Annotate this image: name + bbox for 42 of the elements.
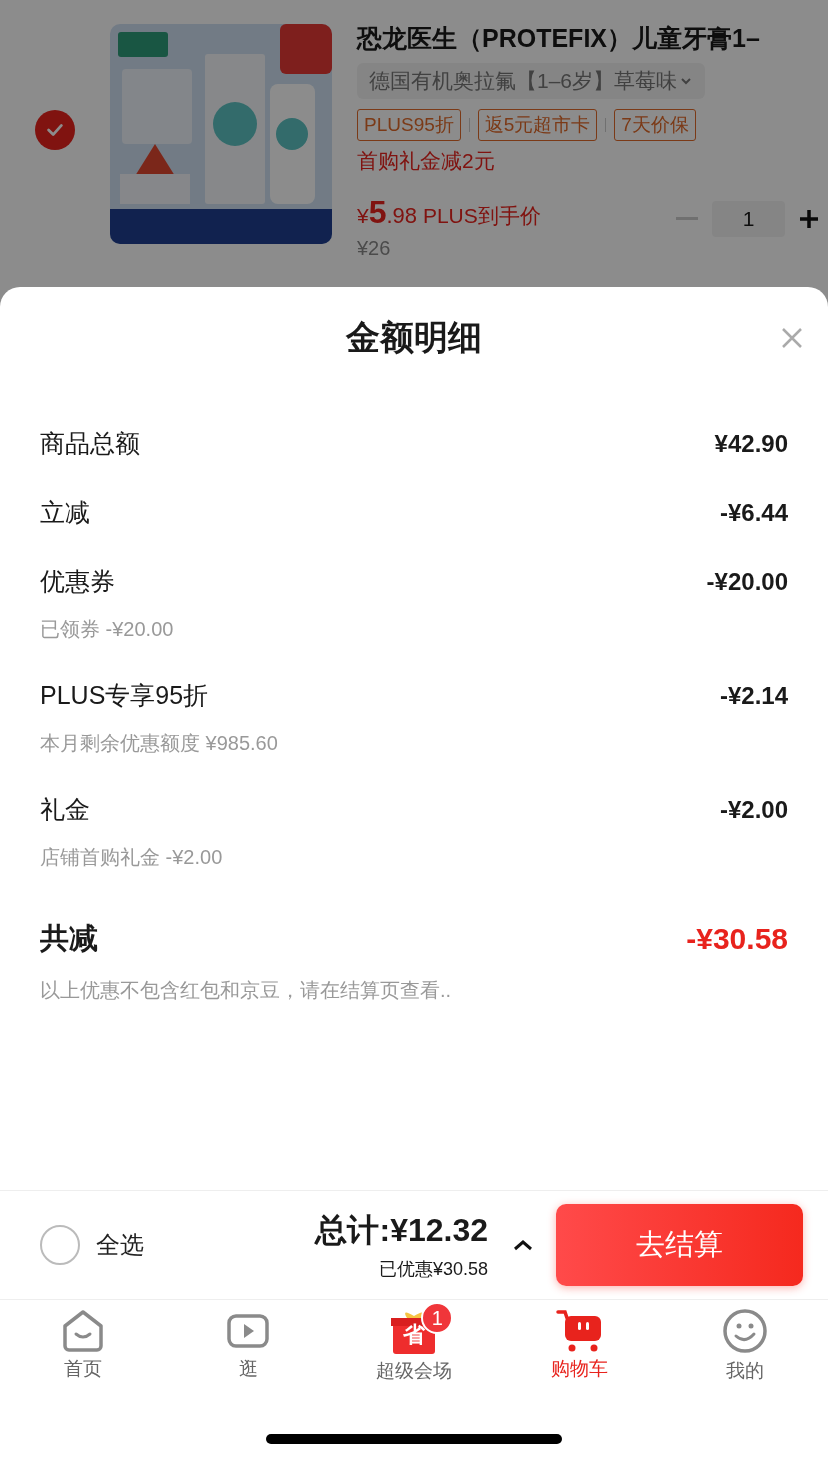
row-value: ¥42.90 <box>714 429 788 458</box>
cart-icon <box>555 1308 604 1352</box>
promo-text: 首购礼金减2元 <box>357 148 496 174</box>
close-icon[interactable] <box>780 326 804 350</box>
promo-tag: PLUS95折 <box>357 109 461 141</box>
row-note: 已领券 -¥20.00 <box>40 617 175 642</box>
row-label: 立减 <box>40 497 90 528</box>
tab[interactable]: 购物车 <box>496 1308 663 1384</box>
home-icon <box>60 1308 105 1352</box>
select-all-checkbox[interactable] <box>40 1225 80 1265</box>
row-value: -¥20.00 <box>706 567 788 596</box>
smiley-icon <box>722 1308 769 1354</box>
row-note: 本月剩余优惠额度 ¥985.60 <box>40 731 279 756</box>
product-title[interactable]: 恐龙医生（PROTEFIX）儿童牙膏1– <box>357 22 797 55</box>
checkout-button[interactable]: 去结算 <box>556 1204 803 1286</box>
total-note: 以上优惠不包含红包和京豆，请在结算页查看.. <box>40 978 453 1003</box>
chevron-down-icon <box>679 76 693 86</box>
row-value: -¥6.44 <box>719 498 788 527</box>
total-value: -¥30.58 <box>686 922 788 956</box>
quantity-field[interactable]: 1 <box>712 201 785 237</box>
plus-icon[interactable] <box>799 209 819 229</box>
chevron-up-icon[interactable] <box>512 1238 534 1252</box>
promo-tag: 返5元超市卡 <box>477 109 598 141</box>
tab[interactable]: 逛 <box>165 1308 332 1384</box>
promo-tag: 7天价保 <box>614 109 696 141</box>
sheet-title: 金额明细 <box>346 317 482 358</box>
row-label: 优惠券 <box>40 566 115 597</box>
row-label: 礼金 <box>40 794 90 825</box>
saved-amount: 已优惠¥30.58 <box>378 1258 488 1281</box>
tab[interactable]: 我的 <box>662 1308 828 1384</box>
original-price: ¥26 <box>357 237 392 260</box>
price-text: ¥5.98 PLUS到手价 <box>357 193 541 231</box>
row-value: -¥2.00 <box>719 795 788 824</box>
select-all-label[interactable]: 全选 <box>96 1229 144 1261</box>
tab[interactable]: 首页 <box>0 1308 166 1384</box>
row-label: PLUS专享95折 <box>40 680 209 711</box>
total-price: 总计:¥12.32 <box>315 1211 488 1250</box>
item-checkbox[interactable] <box>35 110 75 150</box>
total-label: 共减 <box>40 921 98 956</box>
row-note: 店铺首购礼金 -¥2.00 <box>40 845 224 870</box>
row-value: -¥2.14 <box>719 681 788 710</box>
row-label: 商品总额 <box>40 428 140 459</box>
